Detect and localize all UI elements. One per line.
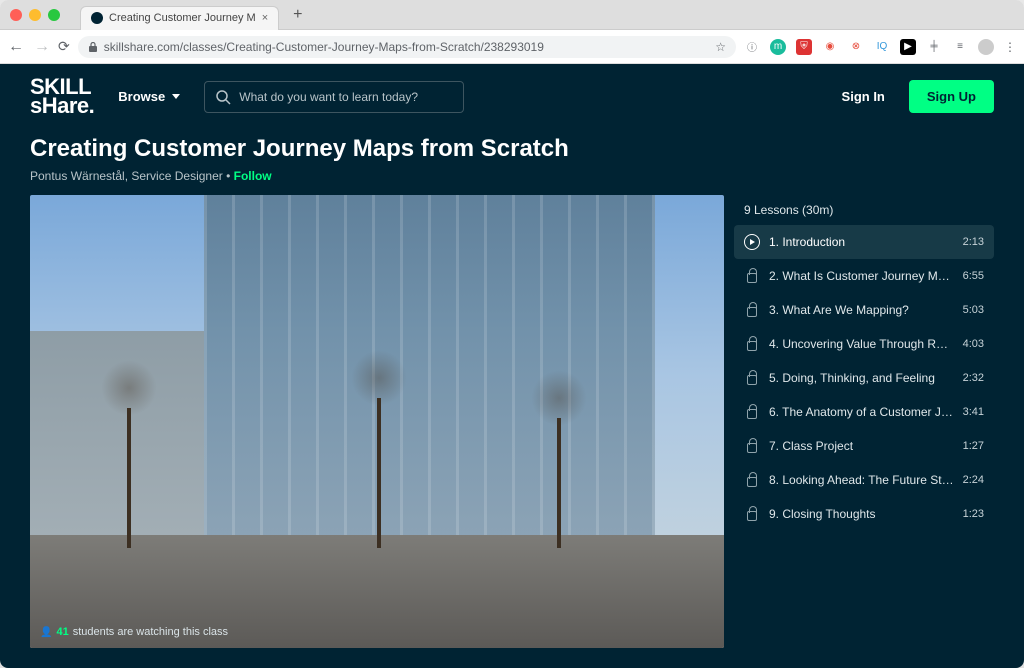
class-author-line: Pontus Wärnestål, Service Designer • Fol… (30, 169, 994, 183)
lesson-item[interactable]: 9. Closing Thoughts 1:23 (734, 497, 994, 531)
lesson-item[interactable]: 2. What Is Customer Journey Mapping? 6:55 (734, 259, 994, 293)
lesson-item[interactable]: 1. Introduction 2:13 (734, 225, 994, 259)
url-text: skillshare.com/classes/Creating-Customer… (104, 40, 710, 54)
ext-icon-3[interactable]: ⛨ (796, 39, 812, 55)
content-row: 41 students are watching this class 9 Le… (0, 195, 1024, 668)
titlebar: Creating Customer Journey M × + (0, 0, 1024, 30)
lock-icon (744, 438, 760, 454)
video-player[interactable]: 41 students are watching this class (30, 195, 724, 648)
lesson-title: 4. Uncovering Value Through Research (769, 337, 954, 351)
lesson-title: 5. Doing, Thinking, and Feeling (769, 371, 954, 385)
avatar-icon[interactable] (978, 39, 994, 55)
nav-arrows: ← → (8, 38, 50, 56)
lesson-duration: 6:55 (963, 270, 984, 282)
address-bar[interactable]: skillshare.com/classes/Creating-Customer… (78, 36, 736, 58)
lock-icon (744, 506, 760, 522)
back-button[interactable]: ← (8, 38, 24, 56)
window-minimize-button[interactable] (29, 9, 41, 21)
lesson-title: 8. Looking Ahead: The Future State Jo... (769, 473, 954, 487)
lock-icon (744, 370, 760, 386)
sign-in-link[interactable]: Sign In (842, 89, 885, 104)
menu-icon[interactable]: ⋮ (1004, 40, 1016, 54)
play-icon (744, 234, 760, 250)
lesson-item[interactable]: 5. Doing, Thinking, and Feeling 2:32 (734, 361, 994, 395)
logo-line2: sHare. (30, 97, 94, 116)
lesson-duration: 3:41 (963, 406, 984, 418)
lesson-duration: 2:13 (963, 236, 984, 248)
lesson-title: 1. Introduction (769, 235, 954, 249)
ext-icon-1[interactable]: ⓘ (744, 39, 760, 55)
ext-icon-4[interactable]: ◉ (822, 39, 838, 55)
tab-favicon (91, 12, 103, 24)
lessons-list: 1. Introduction 2:13 2. What Is Customer J… (734, 225, 994, 531)
star-icon[interactable]: ☆ (715, 40, 726, 54)
lesson-duration: 5:03 (963, 304, 984, 316)
sign-up-button[interactable]: Sign Up (909, 80, 994, 113)
browser-window: Creating Customer Journey M × + ← → ⟳ sk… (0, 0, 1024, 668)
author-name[interactable]: Pontus Wärnestål, Service Designer (30, 169, 223, 183)
address-bar-row: ← → ⟳ skillshare.com/classes/Creating-Cu… (0, 30, 1024, 64)
class-title: Creating Customer Journey Maps from Scra… (30, 135, 994, 163)
playlist-header: 9 Lessons (30m) (734, 195, 994, 225)
ext-icon-6[interactable]: IQ (874, 39, 890, 55)
lesson-title: 7. Class Project (769, 439, 954, 453)
tab-title: Creating Customer Journey M (109, 12, 256, 24)
lesson-duration: 1:27 (963, 440, 984, 452)
follow-link[interactable]: Follow (234, 169, 272, 183)
lesson-item[interactable]: 6. The Anatomy of a Customer Journey... 3… (734, 395, 994, 429)
watching-label: students are watching this class (73, 626, 228, 638)
lessons-playlist: 9 Lessons (30m) 1. Introduction 2:13 2. Wh… (734, 195, 994, 648)
browser-tab[interactable]: Creating Customer Journey M × (80, 6, 279, 30)
lesson-item[interactable]: 3. What Are We Mapping? 5:03 (734, 293, 994, 327)
tab-close-icon[interactable]: × (262, 12, 268, 24)
lesson-item[interactable]: 8. Looking Ahead: The Future State Jo...… (734, 463, 994, 497)
lesson-item[interactable]: 7. Class Project 1:27 (734, 429, 994, 463)
lesson-duration: 1:23 (963, 508, 984, 520)
search-bar[interactable] (204, 81, 464, 113)
skillshare-logo[interactable]: SKILL sHare. (30, 78, 94, 115)
lesson-duration: 2:24 (963, 474, 984, 486)
lesson-title: 9. Closing Thoughts (769, 507, 954, 521)
search-icon (215, 89, 231, 105)
lock-icon (744, 268, 760, 284)
skillshare-page: SKILL sHare. Browse Sign In Sign Up Crea… (0, 64, 1024, 668)
lesson-title: 6. The Anatomy of a Customer Journey... (769, 405, 954, 419)
window-maximize-button[interactable] (48, 9, 60, 21)
window-close-button[interactable] (10, 9, 22, 21)
lesson-title: 3. What Are We Mapping? (769, 303, 954, 317)
new-tab-button[interactable]: + (287, 6, 308, 24)
search-input[interactable] (239, 90, 453, 104)
class-meta: Creating Customer Journey Maps from Scra… (0, 129, 1024, 195)
browse-dropdown[interactable]: Browse (118, 89, 180, 104)
lesson-duration: 4:03 (963, 338, 984, 350)
lock-icon (744, 404, 760, 420)
ext-icon-7[interactable]: ▶ (900, 39, 916, 55)
extension-icons: ⓘ m ⛨ ◉ ⊗ IQ ▶ ╪ ≡ ⋮ (744, 39, 1016, 55)
lesson-duration: 2:32 (963, 372, 984, 384)
lock-icon (744, 336, 760, 352)
traffic-lights (10, 9, 60, 21)
lock-icon (744, 472, 760, 488)
watching-count: 41 (56, 626, 68, 638)
forward-button[interactable]: → (34, 38, 50, 56)
ext-icon-8[interactable]: ╪ (926, 39, 942, 55)
watching-badge: 41 students are watching this class (40, 626, 228, 638)
lock-icon (88, 42, 98, 52)
video-thumbnail (30, 195, 724, 648)
browse-label: Browse (118, 89, 165, 104)
site-header: SKILL sHare. Browse Sign In Sign Up (0, 64, 1024, 129)
ext-icon-2[interactable]: m (770, 39, 786, 55)
lesson-title: 2. What Is Customer Journey Mapping? (769, 269, 954, 283)
reload-button[interactable]: ⟳ (58, 38, 70, 55)
ext-icon-9[interactable]: ≡ (952, 39, 968, 55)
lesson-item[interactable]: 4. Uncovering Value Through Research 4:03 (734, 327, 994, 361)
lock-icon (744, 302, 760, 318)
ext-icon-5[interactable]: ⊗ (848, 39, 864, 55)
